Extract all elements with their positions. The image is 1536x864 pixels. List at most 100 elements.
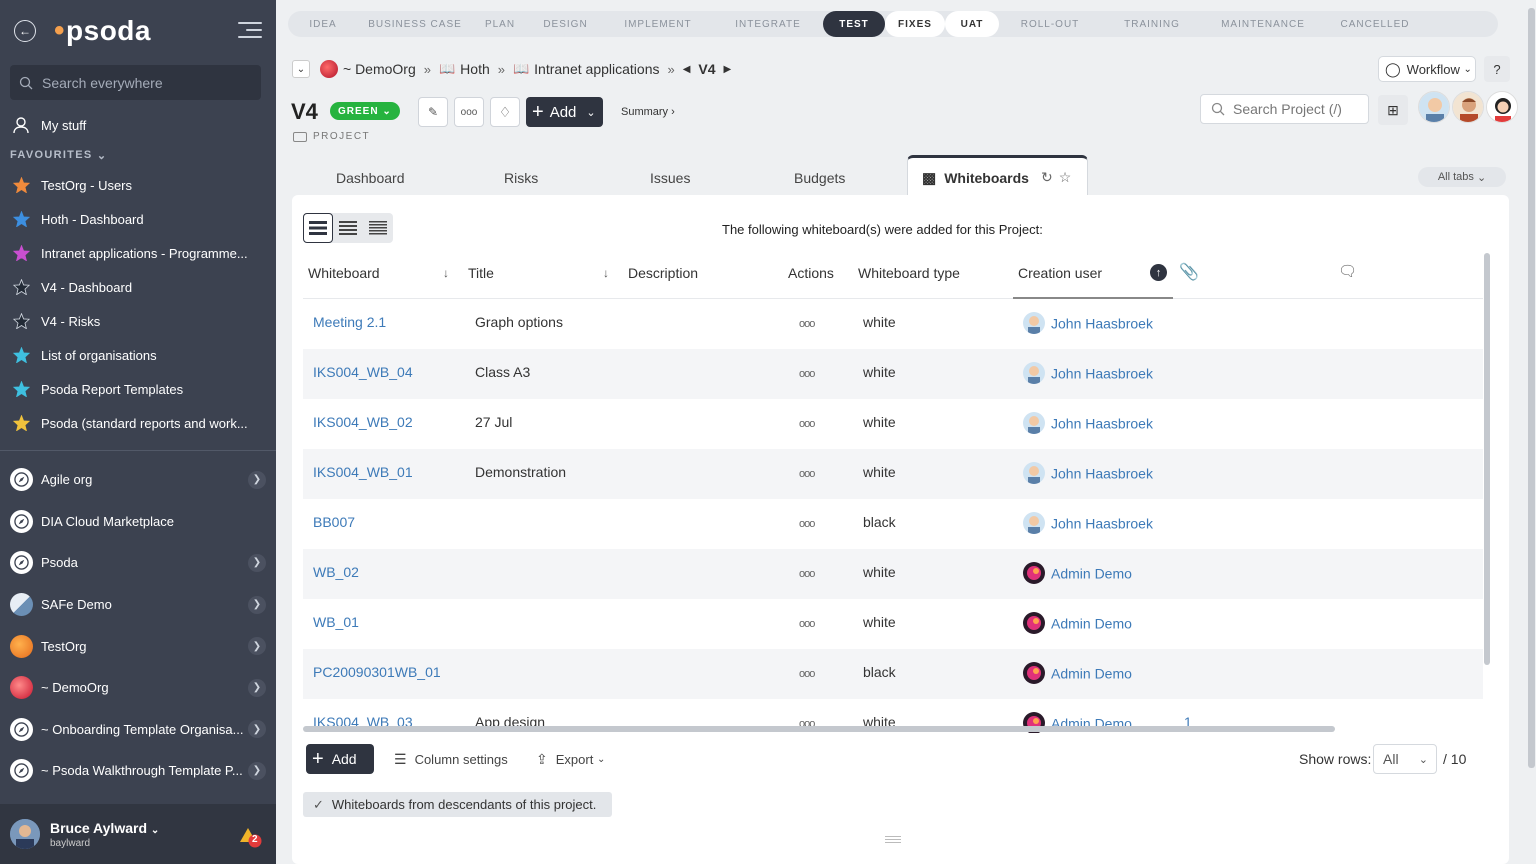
show-rows-select[interactable]: All ⌄: [1373, 744, 1437, 774]
phase-roll-out[interactable]: ROLL-OUT: [999, 11, 1101, 37]
breadcrumb-project[interactable]: V4: [698, 61, 715, 77]
whiteboard-link[interactable]: WB_02: [313, 564, 359, 580]
page-scrollbar[interactable]: [1528, 8, 1535, 768]
favourite-item[interactable]: Psoda (standard reports and work...: [0, 406, 276, 440]
user-menu[interactable]: Bruce Aylward ⌄ baylward 2: [0, 804, 276, 864]
phase-idea[interactable]: IDEA: [288, 11, 358, 37]
favourite-item[interactable]: Hoth - Dashboard: [0, 202, 276, 236]
export-button[interactable]: ⇪ Export ⌄: [536, 751, 605, 768]
creator-link[interactable]: Admin Demo: [1023, 562, 1132, 586]
tab-risks[interactable]: Risks: [504, 170, 538, 186]
tab-whiteboards[interactable]: ▩ Whiteboards ↻ ☆: [907, 155, 1088, 197]
creator-link[interactable]: Admin Demo: [1023, 612, 1132, 636]
organisation-item[interactable]: TestOrg ❯: [0, 625, 276, 667]
chevron-right-icon[interactable]: ❯: [248, 470, 266, 489]
chevron-right-icon[interactable]: ❯: [248, 761, 266, 780]
phase-implement[interactable]: IMPLEMENT: [603, 11, 713, 37]
tab-issues[interactable]: Issues: [650, 170, 690, 186]
prev-project-icon[interactable]: ◀: [683, 64, 691, 75]
sort-up-icon[interactable]: ↑: [1150, 264, 1167, 281]
search-project-input[interactable]: Search Project (/): [1200, 94, 1369, 124]
favourite-item[interactable]: V4 - Dashboard: [0, 270, 276, 304]
organisation-item[interactable]: Agile org ❯: [0, 459, 276, 501]
chevron-right-icon[interactable]: ❯: [248, 678, 266, 697]
resize-grip-icon[interactable]: [885, 836, 901, 845]
sort-arrow-icon[interactable]: ↓: [603, 266, 609, 280]
chevron-right-icon[interactable]: ❯: [248, 720, 266, 739]
favourite-item[interactable]: List of organisations: [0, 338, 276, 372]
favourite-item[interactable]: V4 - Risks: [0, 304, 276, 338]
creator-link[interactable]: Admin Demo: [1023, 662, 1132, 686]
share-button[interactable]: ⊞: [1378, 95, 1408, 125]
avatar[interactable]: [1418, 91, 1450, 123]
tab-dashboard[interactable]: Dashboard: [336, 170, 405, 186]
tag-button[interactable]: ♢: [490, 97, 520, 127]
status-badge[interactable]: GREEN ⌄: [330, 102, 400, 120]
avatar[interactable]: [1452, 91, 1484, 123]
phase-integrate[interactable]: INTEGRATE: [713, 11, 823, 37]
horizontal-scrollbar[interactable]: [303, 726, 1335, 732]
phase-test[interactable]: TEST: [823, 11, 885, 37]
creator-link[interactable]: John Haasbroek: [1023, 362, 1153, 386]
favourite-item[interactable]: Intranet applications - Programme...: [0, 236, 276, 270]
whiteboard-link[interactable]: IKS004_WB_02: [313, 414, 413, 430]
workflow-button[interactable]: ◯ Workflow ⌄: [1378, 56, 1476, 82]
col-whiteboard[interactable]: Whiteboard: [308, 265, 380, 281]
row-actions-button[interactable]: ooo: [799, 568, 815, 580]
phase-training[interactable]: TRAINING: [1101, 11, 1203, 37]
notifications-bell-icon[interactable]: 2: [236, 824, 262, 848]
breadcrumb-org[interactable]: ~ DemoOrg: [343, 61, 416, 77]
tab-budgets[interactable]: Budgets: [794, 170, 845, 186]
row-actions-button[interactable]: ooo: [799, 518, 815, 530]
row-actions-button[interactable]: ooo: [799, 368, 815, 380]
whiteboard-link[interactable]: IKS004_WB_04: [313, 364, 413, 380]
breadcrumb-dropdown[interactable]: ⌄: [292, 60, 310, 78]
help-button[interactable]: ?: [1484, 56, 1510, 82]
next-project-icon[interactable]: ▶: [724, 64, 732, 75]
creator-link[interactable]: John Haasbroek: [1023, 412, 1153, 436]
sort-arrow-icon[interactable]: ↓: [443, 266, 449, 280]
breadcrumb-portfolio[interactable]: Intranet applications: [534, 61, 659, 77]
favourite-item[interactable]: TestOrg - Users: [0, 168, 276, 202]
row-actions-button[interactable]: ooo: [799, 618, 815, 630]
whiteboard-link[interactable]: IKS004_WB_01: [313, 464, 413, 480]
star-icon[interactable]: ☆: [1059, 169, 1072, 186]
creator-link[interactable]: John Haasbroek: [1023, 512, 1153, 536]
breadcrumb-programme[interactable]: Hoth: [460, 61, 490, 77]
whiteboard-link[interactable]: PC20090301WB_01: [313, 664, 441, 680]
row-actions-button[interactable]: ooo: [799, 318, 815, 330]
organisation-item[interactable]: Psoda ❯: [0, 542, 276, 584]
row-actions-button[interactable]: ooo: [799, 418, 815, 430]
phase-business-case[interactable]: BUSINESS CASE: [358, 11, 472, 37]
whiteboard-link[interactable]: BB007: [313, 514, 355, 530]
vertical-scrollbar[interactable]: [1484, 253, 1490, 665]
phase-plan[interactable]: PLAN: [472, 11, 528, 37]
organisation-item[interactable]: SAFe Demo ❯: [0, 584, 276, 626]
row-actions-button[interactable]: ooo: [799, 668, 815, 680]
collapse-menu-icon[interactable]: [238, 22, 262, 38]
back-arrow-icon[interactable]: ←: [14, 20, 36, 42]
phase-maintenance[interactable]: MAINTENANCE: [1203, 11, 1323, 37]
summary-link[interactable]: Summary ›: [621, 106, 675, 118]
descendants-toggle[interactable]: ✓ Whiteboards from descendants of this pr…: [303, 792, 612, 817]
add-button[interactable]: + Add ⌄: [526, 97, 603, 127]
chevron-right-icon[interactable]: ❯: [248, 595, 266, 614]
avatar[interactable]: [1486, 91, 1518, 123]
edit-button[interactable]: ✎: [418, 97, 448, 127]
col-actions[interactable]: Actions: [788, 265, 834, 281]
list-view-compact-icon[interactable]: [363, 213, 393, 243]
list-view-medium-icon[interactable]: [333, 213, 363, 243]
my-stuff-link[interactable]: My stuff: [0, 108, 276, 142]
creator-link[interactable]: John Haasbroek: [1023, 462, 1153, 486]
organisation-item[interactable]: DIA Cloud Marketplace: [0, 501, 276, 543]
row-actions-button[interactable]: ooo: [799, 468, 815, 480]
list-view-large-icon[interactable]: [303, 213, 333, 243]
column-settings-button[interactable]: ☰ Column settings: [394, 751, 508, 768]
phase-cancelled[interactable]: CANCELLED: [1323, 11, 1427, 37]
col-title[interactable]: Title: [468, 265, 494, 281]
col-whiteboard-type[interactable]: Whiteboard type: [858, 265, 960, 281]
chevron-right-icon[interactable]: ❯: [248, 637, 266, 656]
organisation-item[interactable]: ~ DemoOrg ❯: [0, 667, 276, 709]
chevron-right-icon[interactable]: ❯: [248, 553, 266, 572]
creator-link[interactable]: John Haasbroek: [1023, 312, 1153, 336]
